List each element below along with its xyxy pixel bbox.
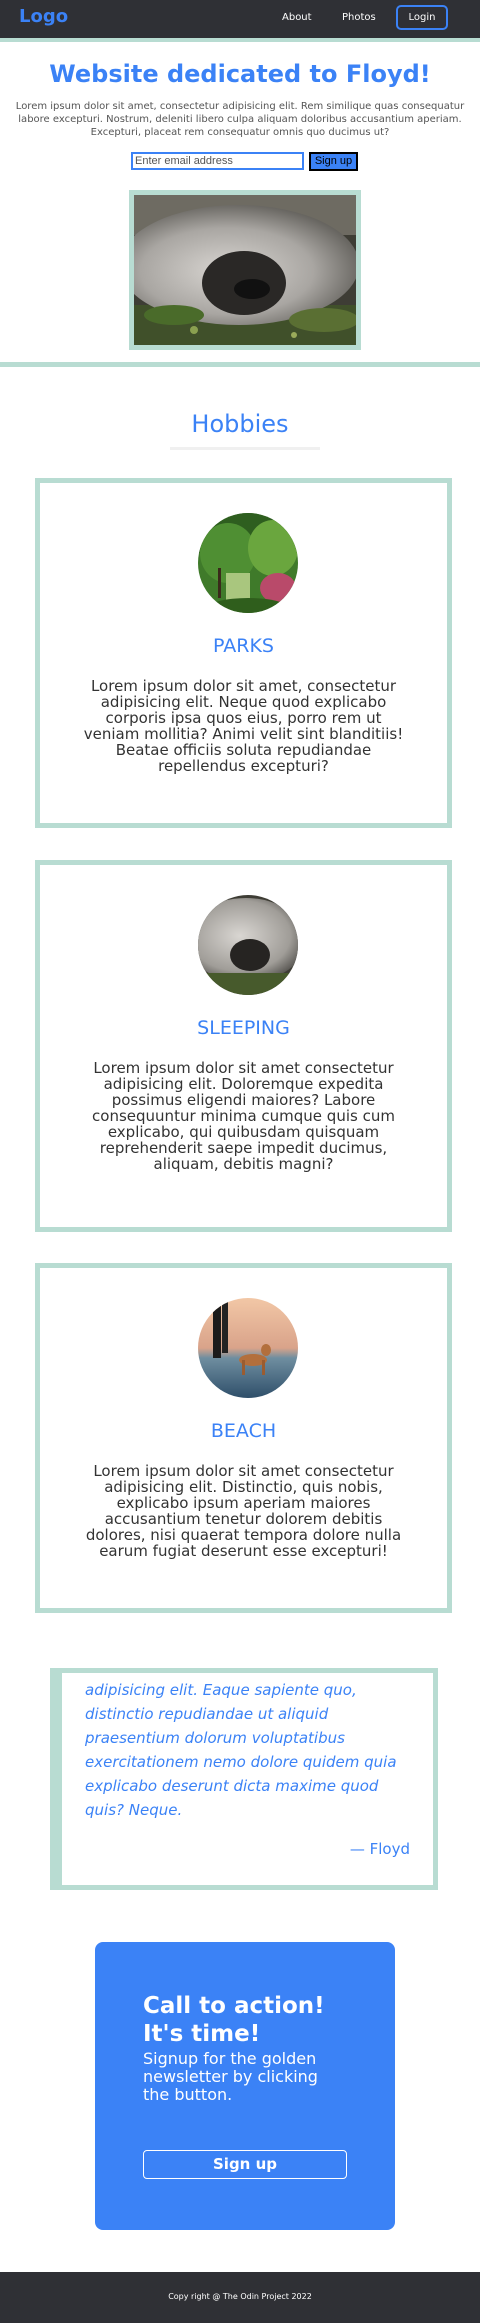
cta-title: Call to action! It's time!: [143, 1993, 325, 2047]
login-button[interactable]: Login: [396, 5, 448, 30]
sleeping-dog-image: [134, 195, 356, 345]
hobby-card-parks: PARKS Lorem ipsum dolor sit amet, consec…: [35, 478, 452, 828]
sleeping-image: [198, 895, 298, 995]
card-text: Lorem ipsum dolor sit amet consectetur a…: [92, 1059, 395, 1173]
hero-dog-photo: [129, 190, 361, 350]
quote-author: — Floyd: [349, 1840, 410, 1858]
hero-title: Website dedicated to Floyd!: [49, 60, 431, 88]
cta-signup-button[interactable]: Sign up: [143, 2150, 347, 2179]
card-text: Lorem ipsum dolor sit amet consectetur a…: [85, 1462, 402, 1560]
email-input[interactable]: [131, 152, 304, 170]
hobbies-underline: [170, 447, 320, 450]
nav-link-photos[interactable]: Photos: [342, 12, 376, 23]
hobby-card-beach: BEACH Lorem ipsum dolor sit amet consect…: [35, 1263, 452, 1613]
card-title: BEACH: [210, 1420, 277, 1442]
call-to-action: Call to action! It's time! Signup for th…: [95, 1942, 395, 2230]
card-title: SLEEPING: [197, 1017, 290, 1039]
nav-link-about[interactable]: About: [282, 12, 312, 23]
beach-image: [198, 1298, 298, 1398]
header-divider: [0, 38, 480, 42]
hobbies-title: Hobbies: [191, 410, 289, 438]
card-title: PARKS: [213, 635, 274, 657]
hobby-card-sleeping: SLEEPING Lorem ipsum dolor sit amet cons…: [35, 860, 452, 1232]
cta-text: Signup for the golden newsletter by clic…: [143, 2049, 318, 2104]
hero-description: Lorem ipsum dolor sit amet, consectetur …: [15, 101, 465, 138]
hero-divider: [0, 362, 480, 367]
footer-copyright: Copy right @ The Odin Project 2022: [168, 2292, 312, 2301]
quote-text: adipisicing elit. Eaque sapiente quo, di…: [85, 1681, 397, 1819]
hero-signup-button[interactable]: Sign up: [309, 152, 358, 171]
parks-image: [198, 513, 298, 613]
logo[interactable]: Logo: [19, 6, 68, 27]
card-text: Lorem ipsum dolor sit amet, consectetur …: [83, 677, 404, 775]
site-header: Logo About Photos Login: [0, 0, 480, 40]
site-footer: Copy right @ The Odin Project 2022: [0, 2272, 480, 2323]
